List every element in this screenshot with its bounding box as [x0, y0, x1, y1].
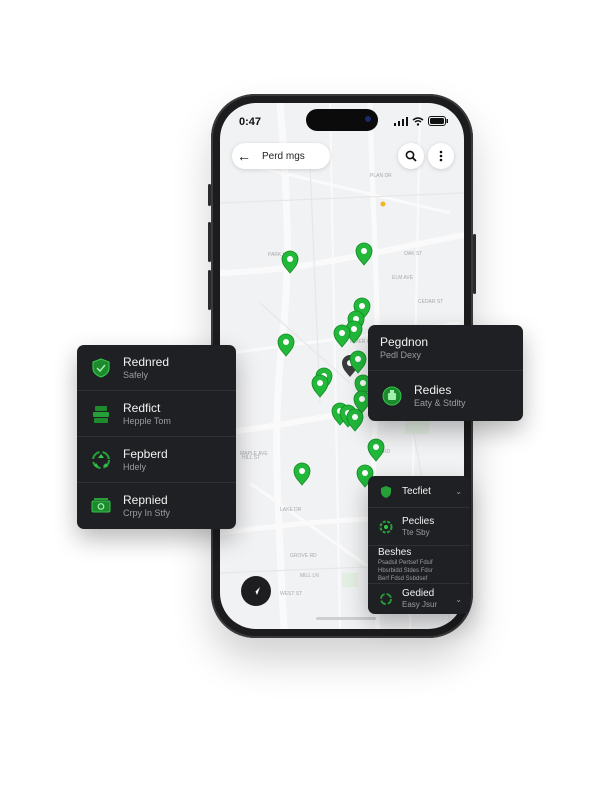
navigation-arrow-icon [252, 587, 260, 595]
item-line: Hbsrbidd Stdes Fdsr [378, 567, 433, 574]
dynamic-island [306, 109, 378, 131]
item-subtitle: Hepple Tom [123, 415, 171, 426]
list-item[interactable]: Redies Eaty & Stdlty [368, 371, 523, 421]
street-label: OAK ST [404, 251, 422, 257]
status-time: 0:47 [239, 116, 262, 128]
map-pin[interactable] [311, 374, 329, 398]
street-label: MILL LN [300, 573, 319, 579]
header-subtitle: Pedl Dexy [380, 350, 422, 360]
home-indicator [316, 617, 376, 620]
search-icon [405, 150, 417, 162]
item-title: Fepberd [123, 446, 168, 461]
item-title: Tecfiet [402, 485, 431, 497]
chevron-down-icon[interactable]: ⌄ [455, 595, 462, 604]
list-item[interactable]: Redfict Hepple Tom [77, 391, 236, 437]
canvas: PLAN DR PARK LN OAK ST ELM AVE RIVER RD CEDAR… [0, 0, 600, 800]
stack-icon [89, 402, 113, 426]
locate-button[interactable] [241, 576, 271, 606]
item-subtitle: Safely [123, 369, 149, 380]
item-line: Psadsil Pertsef Fdsif [378, 559, 433, 566]
item-subtitle: Crpy In Stfy [123, 508, 171, 518]
badge-icon [380, 384, 404, 408]
cash-icon [89, 494, 113, 518]
list-item[interactable]: Repnied Crpy In Stfy [77, 483, 236, 529]
details-card-bottom-right: Tecfiet ⌄ Peclies Tte Sby Beshes Psadsil… [368, 476, 470, 614]
signal-icon [394, 116, 408, 126]
map-pin[interactable] [293, 462, 311, 486]
search-bar[interactable]: ← Perd mgs [232, 143, 330, 169]
item-title: Peclies [402, 515, 435, 527]
item-line: Berf Fdsd Ssbdsef [378, 575, 428, 582]
card-header[interactable]: Pegdnon Pedl Dexy [368, 325, 523, 371]
shield-icon [378, 484, 394, 500]
gear-icon [378, 519, 394, 535]
list-item[interactable]: Tecfiet ⌄ [368, 476, 470, 508]
item-subtitle: Eaty & Stdlty [414, 398, 466, 408]
street-label: ELM AVE [392, 275, 414, 281]
item-subtitle: Easy Jsur [402, 600, 438, 609]
street-label: LAKE DR [280, 507, 302, 513]
chevron-down-icon[interactable]: ⌄ [455, 487, 462, 496]
item-title: Redies [414, 383, 452, 397]
search-button[interactable] [398, 143, 424, 169]
more-button[interactable] [428, 143, 454, 169]
status-bar: 0:47 [220, 103, 464, 137]
recycle-icon [378, 591, 394, 607]
recycle-icon [89, 448, 113, 472]
item-title: Gedied [402, 588, 435, 599]
street-label: CEDAR ST [418, 299, 443, 305]
status-icons [394, 116, 448, 126]
street-label: WEST ST [280, 591, 302, 597]
features-card-left: Rednred Safely Redfict Hepple Tom Fepber… [77, 345, 236, 529]
street-label: PLAN DR [370, 173, 392, 179]
details-card-top-right: Pegdnon Pedl Dexy Redies Eaty & Stdlty [368, 325, 523, 421]
item-title: Rednred [123, 354, 170, 369]
item-title: Beshes [378, 546, 412, 558]
item-title: Repnied [123, 493, 168, 507]
list-item[interactable]: Peclies Tte Sby [368, 508, 470, 546]
item-subtitle: Hdely [123, 461, 147, 472]
map-pin[interactable] [367, 438, 385, 462]
phone-volume-down [208, 270, 211, 310]
search-title: Perd mgs [262, 150, 305, 162]
shield-icon [89, 356, 113, 380]
poi-marker [380, 201, 386, 207]
list-item[interactable]: Rednred Safely [77, 345, 236, 391]
item-subtitle: Tte Sby [402, 527, 430, 537]
phone-power-button [473, 234, 476, 294]
street-label: HILL ST [242, 455, 260, 461]
header-title: Pegdnon [380, 335, 429, 349]
street-label: GROVE RD [290, 553, 317, 559]
list-item[interactable]: Beshes Psadsil Pertsef Fdsif Hbsrbidd St… [368, 546, 470, 584]
wifi-icon [412, 116, 424, 126]
battery-icon [428, 116, 448, 126]
map-pin[interactable] [346, 408, 364, 432]
map-pin[interactable] [355, 242, 373, 266]
back-arrow-icon[interactable]: ← [232, 143, 256, 169]
phone-volume-up [208, 222, 211, 262]
more-vertical-icon [439, 150, 443, 162]
list-item[interactable]: Fepberd Hdely [77, 437, 236, 483]
item-title: Redfict [123, 400, 161, 415]
map-pin[interactable] [333, 324, 351, 348]
list-item[interactable]: Gedied Easy Jsur ⌄ [368, 584, 470, 614]
phone-side-button [208, 184, 211, 206]
